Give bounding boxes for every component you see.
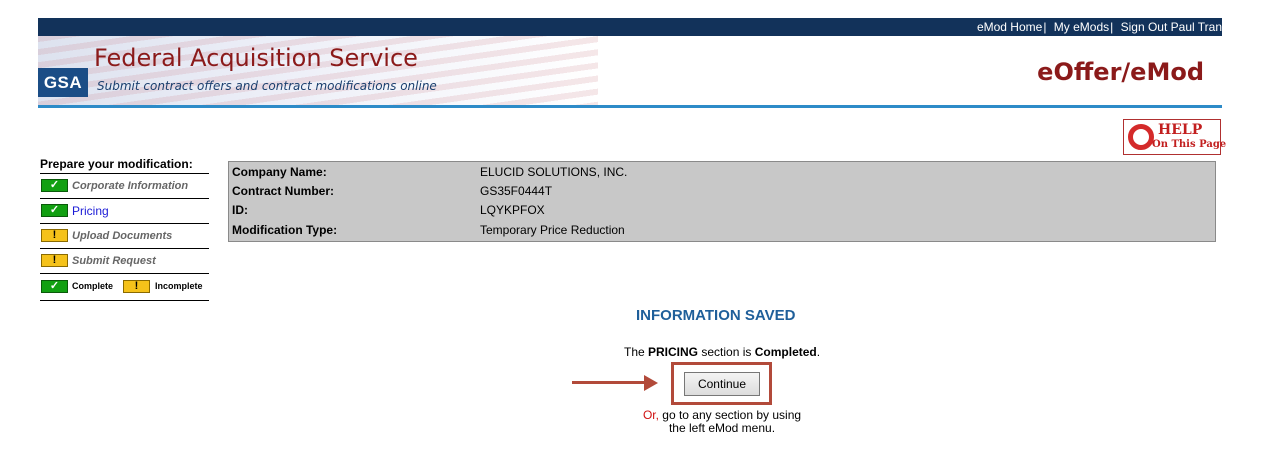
top-nav-bar: eMod Home| My eMods| Sign Out Paul Tran <box>38 18 1222 36</box>
info-value: Temporary Price Reduction <box>480 223 625 237</box>
information-saved-title: INFORMATION SAVED <box>636 307 796 324</box>
saved-message: The PRICING section is Completed. <box>624 345 820 359</box>
help-label: HELP <box>1158 122 1203 138</box>
or-label: Or, <box>642 408 659 422</box>
saved-msg-middle: section is <box>698 345 755 359</box>
continue-button[interactable]: Continue <box>684 372 760 396</box>
legend-incomplete-label: Incomplete <box>155 281 203 291</box>
info-key: Company Name: <box>232 165 327 179</box>
saved-msg-section: PRICING <box>648 345 699 359</box>
saved-msg-status: Completed <box>754 345 817 359</box>
site-header: GSA Federal Acquisition Service Submit c… <box>38 36 1222 105</box>
pointer-arrow-icon <box>572 381 646 384</box>
app-name: eOffer/eMod <box>1037 58 1204 86</box>
menu-item-label[interactable]: Pricing <box>72 199 109 223</box>
menu-title: Prepare your modification: <box>40 155 209 174</box>
status-legend: ✓ Complete ! Incomplete <box>40 274 209 301</box>
my-emods-link[interactable]: My eMods <box>1054 20 1109 34</box>
info-key: ID: <box>232 203 248 217</box>
life-ring-icon <box>1128 124 1154 150</box>
alternate-navigation-hint: Or, go to any section by using the left … <box>641 409 803 435</box>
info-key: Modification Type: <box>232 223 338 237</box>
gsa-logo: GSA <box>38 68 88 97</box>
pointer-arrow-head-icon <box>644 375 658 391</box>
menu-item-corporate-information[interactable]: ✓ Corporate Information <box>40 174 209 199</box>
sign-out-link[interactable]: Sign Out Paul Tran <box>1121 20 1222 34</box>
menu-item-upload-documents[interactable]: ! Upload Documents <box>40 224 209 249</box>
site-title: Federal Acquisition Service <box>94 44 418 72</box>
legend-complete-label: Complete <box>72 281 114 291</box>
contract-info-panel: Company Name: ELUCID SOLUTIONS, INC. Con… <box>228 161 1216 242</box>
saved-msg-prefix: The <box>624 345 649 359</box>
complete-check-icon: ✓ <box>41 179 68 192</box>
nav-separator: | <box>1043 20 1047 34</box>
info-value: LQYKPFOX <box>480 203 545 217</box>
menu-item-submit-request[interactable]: ! Submit Request <box>40 249 209 274</box>
menu-item-label: Submit Request <box>72 255 156 267</box>
incomplete-exclamation-icon: ! <box>123 280 150 293</box>
menu-item-pricing[interactable]: ✓ Pricing <box>40 199 209 224</box>
info-value: ELUCID SOLUTIONS, INC. <box>480 165 628 179</box>
info-value: GS35F0444T <box>480 184 553 198</box>
hint-text-line2: the left eMod menu. <box>668 421 776 435</box>
nav-separator: | <box>1110 20 1114 34</box>
hint-text-line1: go to any section by using <box>658 408 802 422</box>
menu-item-label: Upload Documents <box>72 230 173 242</box>
menu-item-label: Corporate Information <box>72 180 189 192</box>
info-key: Contract Number: <box>232 184 335 198</box>
header-divider <box>38 105 1222 108</box>
saved-msg-suffix: . <box>816 345 821 359</box>
help-button[interactable]: HELP On This Page <box>1123 119 1226 155</box>
complete-check-icon: ✓ <box>41 280 68 293</box>
emod-home-link[interactable]: eMod Home <box>977 20 1042 34</box>
incomplete-exclamation-icon: ! <box>41 254 68 267</box>
help-sublabel: On This Page <box>1152 139 1227 150</box>
complete-check-icon: ✓ <box>41 204 68 217</box>
site-subtitle: Submit contract offers and contract modi… <box>97 79 437 93</box>
modification-menu: Prepare your modification: ✓ Corporate I… <box>40 155 209 301</box>
incomplete-exclamation-icon: ! <box>41 229 68 242</box>
